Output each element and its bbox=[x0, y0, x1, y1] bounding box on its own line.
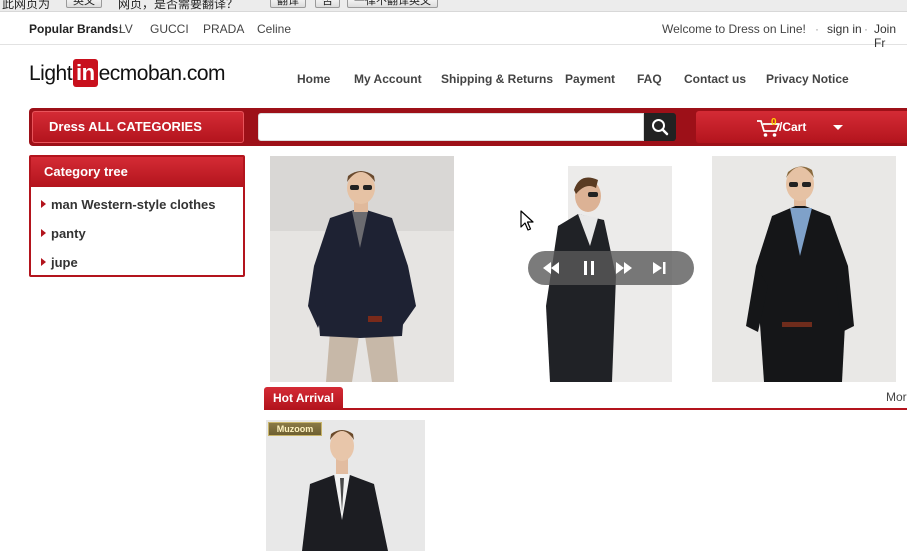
cart-label: /Cart bbox=[779, 120, 807, 134]
chevron-down-icon[interactable] bbox=[833, 125, 843, 130]
mouse-cursor-icon bbox=[520, 210, 534, 231]
join-link[interactable]: Join Fr bbox=[874, 22, 907, 50]
brand-badge: Muzoom bbox=[268, 422, 322, 436]
nav-home[interactable]: Home bbox=[297, 72, 330, 86]
pause-icon[interactable] bbox=[580, 260, 598, 276]
translate-prompt-text: 此网页为 bbox=[2, 0, 51, 11]
nav-privacy-notice[interactable]: Privacy Notice bbox=[766, 72, 849, 86]
nav-payment[interactable]: Payment bbox=[565, 72, 615, 86]
all-categories-button[interactable]: Dress ALL CATEGORIES bbox=[32, 111, 244, 143]
last-icon[interactable] bbox=[650, 260, 668, 276]
brand-link-gucci[interactable]: GUCCI bbox=[150, 22, 189, 36]
translate-language-select[interactable]: 英文 bbox=[66, 0, 102, 8]
previous-icon[interactable] bbox=[542, 260, 560, 276]
translate-question-text: 网页，是否需要翻译？ bbox=[118, 0, 239, 11]
separator-dot: · bbox=[815, 22, 819, 36]
product-card[interactable]: Muzoom bbox=[266, 420, 425, 551]
category-item[interactable]: panty bbox=[31, 219, 243, 248]
category-item[interactable]: jupe bbox=[31, 248, 243, 277]
never-translate-button[interactable]: 一律不翻译英文 bbox=[347, 0, 438, 8]
search-input[interactable] bbox=[258, 113, 644, 141]
nav-my-account[interactable]: My Account bbox=[354, 72, 422, 86]
brand-link-celine[interactable]: Celine bbox=[257, 22, 291, 36]
search-button[interactable] bbox=[644, 113, 676, 141]
nav-shipping-returns[interactable]: Shipping & Returns bbox=[441, 72, 553, 86]
cart-button[interactable]: 0 /Cart bbox=[696, 111, 907, 143]
top-brand-bar: Popular Brands: LV GUCCI PRADA Celine We… bbox=[0, 12, 907, 50]
arrow-right-icon bbox=[41, 258, 46, 266]
category-item-label: jupe bbox=[51, 255, 78, 270]
arrow-right-icon bbox=[41, 229, 46, 237]
search-icon bbox=[652, 119, 669, 136]
banner-model-image bbox=[270, 156, 454, 382]
banner-model-image bbox=[712, 156, 896, 382]
sign-in-link[interactable]: sign in bbox=[827, 22, 862, 36]
category-search-bar: Dress ALL CATEGORIES 0 /Cart bbox=[29, 108, 907, 146]
more-link[interactable]: More bbox=[886, 390, 907, 404]
category-item-label: panty bbox=[51, 226, 86, 241]
category-tree-title: Category tree bbox=[31, 157, 243, 187]
next-icon[interactable] bbox=[615, 260, 633, 276]
banner-slider[interactable] bbox=[270, 156, 907, 382]
category-item[interactable]: man Western-style clothes bbox=[31, 190, 243, 219]
popular-brands-label: Popular Brands: bbox=[29, 22, 123, 36]
category-item-label: man Western-style clothes bbox=[51, 197, 216, 212]
hot-arrival-title: Hot Arrival bbox=[264, 387, 343, 409]
product-image bbox=[266, 420, 425, 551]
welcome-text: Welcome to Dress on Line! bbox=[662, 22, 806, 36]
nav-faq[interactable]: FAQ bbox=[637, 72, 662, 86]
translate-bar: 此网页为 英文 网页，是否需要翻译？ 翻译 否 一律不翻译英文 bbox=[0, 0, 907, 12]
separator-dot: · bbox=[864, 22, 868, 36]
slider-controls bbox=[528, 251, 694, 285]
arrow-right-icon bbox=[41, 200, 46, 208]
main-nav: Home My Account Shipping & Returns Payme… bbox=[0, 72, 907, 88]
translate-button[interactable]: 翻译 bbox=[270, 0, 306, 8]
cart-count: 0 bbox=[771, 117, 777, 128]
nav-contact-us[interactable]: Contact us bbox=[684, 72, 746, 86]
brand-link-lv[interactable]: LV bbox=[119, 22, 133, 36]
category-list: man Western-style clothes panty jupe bbox=[31, 187, 243, 277]
no-translate-button[interactable]: 否 bbox=[315, 0, 340, 8]
category-tree: Category tree man Western-style clothes … bbox=[29, 155, 245, 277]
hot-arrival-divider bbox=[264, 408, 907, 410]
brand-link-prada[interactable]: PRADA bbox=[203, 22, 244, 36]
